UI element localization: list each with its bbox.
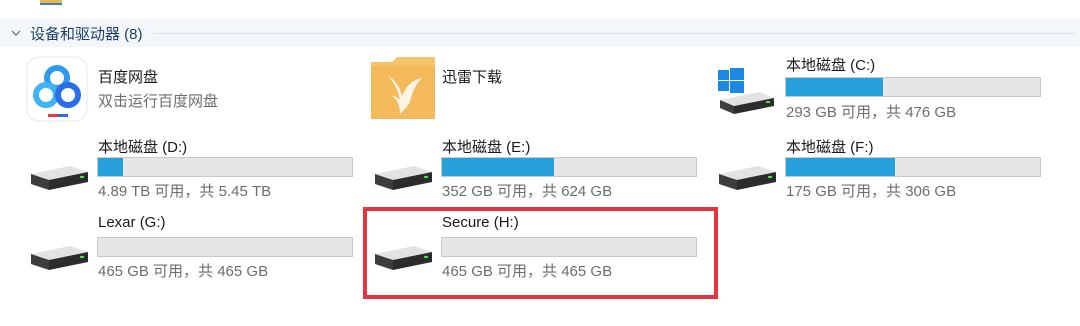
drive-name: Lexar (G:) xyxy=(98,214,166,231)
drive-name: 本地磁盘 (F:) xyxy=(786,139,874,156)
hard-drive-icon xyxy=(375,166,432,190)
drive-f[interactable]: 本地磁盘 (F:) 175 GB 可用，共 306 GB xyxy=(716,134,1046,200)
drive-free-text: 4.89 TB 可用，共 5.45 TB xyxy=(98,183,272,200)
drive-free-text: 352 GB 可用，共 624 GB xyxy=(442,183,613,200)
app-baidu-netdisk[interactable]: 百度网盘 双击运行百度网盘 xyxy=(24,56,354,124)
drive-free-text: 175 GB 可用，共 306 GB xyxy=(786,183,957,200)
hard-drive-icon xyxy=(31,246,88,270)
drive-usage-fill xyxy=(786,78,883,96)
drive-free-text: 465 GB 可用，共 465 GB xyxy=(98,263,269,280)
drive-d[interactable]: 本地磁盘 (D:) 4.89 TB 可用，共 5.45 TB xyxy=(28,134,358,200)
thunder-download-folder-icon xyxy=(371,57,435,119)
folder-icon-partial xyxy=(40,0,62,5)
drive-name: 本地磁盘 (E:) xyxy=(442,139,531,156)
drive-usage-fill xyxy=(442,158,554,176)
drive-usage-bar xyxy=(97,237,353,257)
drive-usage-bar xyxy=(441,157,697,177)
group-divider xyxy=(152,32,1076,34)
annotation-highlight-box xyxy=(363,207,718,299)
app-name: 迅雷下载 xyxy=(442,69,503,86)
baidu-netdisk-icon xyxy=(26,56,88,122)
group-title: 设备和驱动器 (8) xyxy=(30,25,143,43)
drive-free-text: 293 GB 可用，共 476 GB xyxy=(786,104,957,121)
drive-g[interactable]: Lexar (G:) 465 GB 可用，共 465 GB xyxy=(28,214,358,280)
drive-name: 本地磁盘 (D:) xyxy=(98,139,188,156)
app-name: 百度网盘 xyxy=(98,69,159,86)
drive-name: 本地磁盘 (C:) xyxy=(786,57,876,74)
hard-drive-icon xyxy=(719,166,776,190)
app-thunder-download[interactable]: 迅雷下载 xyxy=(370,56,700,124)
group-header-devices[interactable]: 设备和驱动器 (8) xyxy=(0,19,1080,47)
drive-usage-bar xyxy=(785,77,1041,97)
drive-usage-fill xyxy=(786,158,896,176)
drive-c[interactable]: 本地磁盘 (C:) 293 GB 可用，共 476 GB xyxy=(716,54,1046,122)
windows-drive-icon xyxy=(718,68,774,114)
drive-e[interactable]: 本地磁盘 (E:) 352 GB 可用，共 624 GB xyxy=(372,134,702,200)
chevron-down-icon[interactable] xyxy=(10,27,22,39)
drive-usage-fill xyxy=(98,158,124,176)
drive-usage-bar xyxy=(97,157,353,177)
hard-drive-icon xyxy=(31,166,88,190)
app-subtitle: 双击运行百度网盘 xyxy=(98,93,219,110)
drive-usage-bar xyxy=(785,157,1041,177)
